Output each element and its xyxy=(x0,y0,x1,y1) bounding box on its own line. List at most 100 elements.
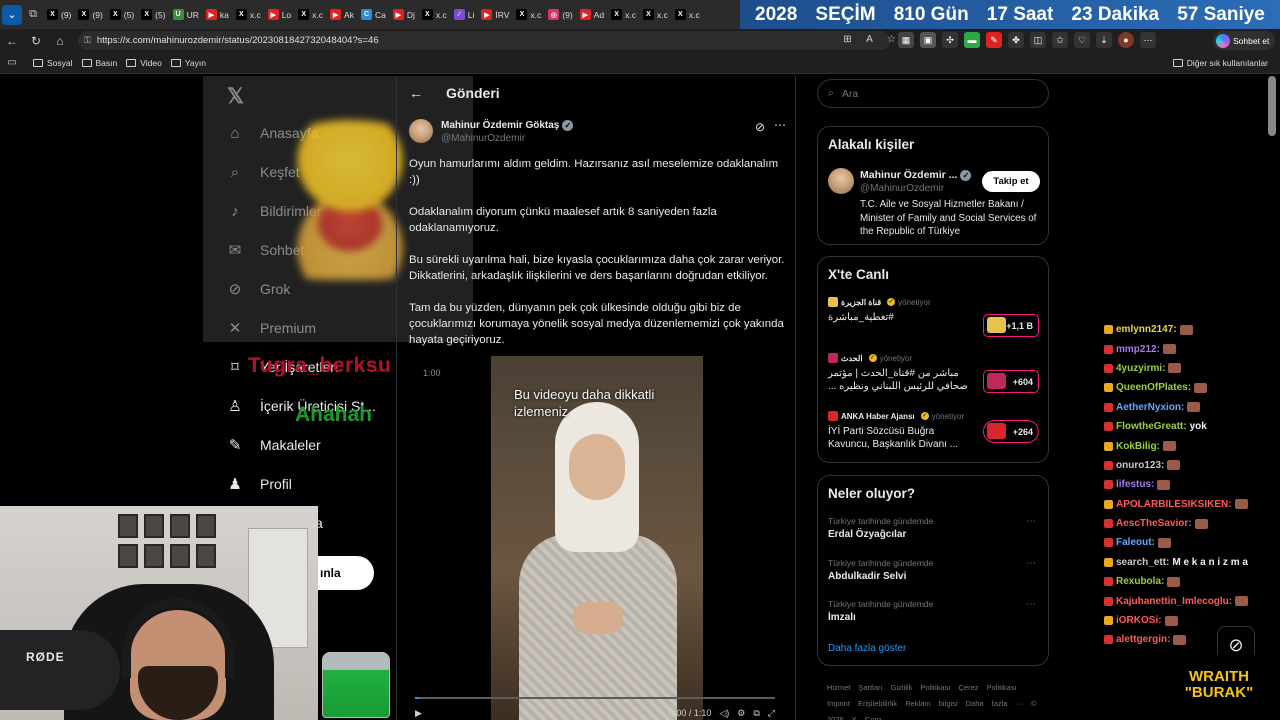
browser-tab[interactable]: ▶ ka xyxy=(203,4,232,26)
reload-icon[interactable]: ↻ xyxy=(24,34,48,48)
mic-brand: RØDE xyxy=(26,650,65,664)
page-scrollbar[interactable] xyxy=(1268,76,1276,136)
post-paragraph: Bu sürekli uyarılma hali, bize kıyasla ç… xyxy=(409,254,785,282)
bookmark-folder-yayin[interactable]: Yayın xyxy=(170,58,206,68)
extension-red-icon[interactable]: ✎ xyxy=(986,32,1002,48)
extension-screen-icon[interactable]: ▣ xyxy=(920,32,936,48)
related-people-card: Alakalı kişiler Mahinur Özdemir ... ✓ @Ma… xyxy=(817,126,1049,245)
author-handle[interactable]: @MahinurOzdemir xyxy=(441,133,525,144)
browser-tab[interactable]: ▶ Dj xyxy=(390,4,418,26)
favorite-star-icon[interactable]: ☆ xyxy=(884,32,899,47)
home-icon[interactable]: ⌂ xyxy=(48,34,72,48)
split-view-icon[interactable]: ⊞ xyxy=(840,32,855,47)
site-favicon-icon: ▶ xyxy=(579,9,591,20)
url-input[interactable]: ⚿ https://x.com/mahinurozdemir/status/20… xyxy=(78,31,890,50)
more-options-icon[interactable]: ⋯ xyxy=(774,118,786,132)
live-listener-badge[interactable]: +264 xyxy=(983,420,1039,443)
downloads-icon[interactable]: ⇣ xyxy=(1096,32,1112,48)
browser-tab[interactable]: Xx.c xyxy=(640,4,671,26)
fullscreen-icon[interactable]: ⤢ xyxy=(768,708,775,719)
bookmark-folder-video[interactable]: Video xyxy=(126,58,162,68)
play-icon[interactable]: ▶ xyxy=(415,708,422,719)
site-info-icon[interactable]: ⚿ xyxy=(84,35,91,46)
browser-tab[interactable]: Xx.c xyxy=(419,4,450,26)
browser-tab[interactable]: Xx.c xyxy=(672,4,703,26)
settings-gear-icon[interactable]: ⚙ xyxy=(737,708,745,719)
author-name[interactable]: Mahinur Özdemir Göktaş ✓ xyxy=(441,120,574,131)
trend-more-icon[interactable]: ⋯ xyxy=(1026,599,1036,610)
browser-tab[interactable]: ▶ Ad xyxy=(577,4,607,26)
extension-green-icon[interactable]: ▬ xyxy=(964,32,980,48)
post-button-fragment[interactable]: ınla xyxy=(318,556,374,590)
search-input[interactable]: ⌕ Ara xyxy=(817,79,1049,108)
tab-label: x.c xyxy=(625,9,636,20)
pip-icon[interactable]: ⧉ xyxy=(753,708,759,719)
live-title-text: İYİ Parti Sözcüsü Buğra Kavuncu, Başkanl… xyxy=(828,426,959,450)
browser-tab[interactable]: ▶ İRV xyxy=(478,4,512,26)
nav-item-10[interactable]: ♟ Profil xyxy=(225,471,292,497)
trend-item[interactable]: Türkiye tarihinde gündemde Abdulkadir Sel… xyxy=(828,558,1040,582)
volume-icon[interactable]: ◁) xyxy=(719,708,729,719)
read-aloud-icon[interactable]: A xyxy=(862,32,877,47)
browser-tab[interactable]: Xx.c xyxy=(513,4,544,26)
browser-tab[interactable]: Xx.c xyxy=(233,4,264,26)
collections-star-icon[interactable]: ✩ xyxy=(1052,32,1068,48)
show-more-link[interactable]: Daha fazla göster xyxy=(828,643,906,654)
post-video-player[interactable]: Bu videoyu daha dikkatli izlemeniz 1:00 … xyxy=(409,356,780,720)
browser-tab[interactable]: Xx.c xyxy=(295,4,326,26)
author-avatar[interactable] xyxy=(409,119,433,143)
related-handle[interactable]: @MahinurOzdemir xyxy=(860,183,944,194)
live-item[interactable]: الحدث ✓ yönetiyor مباشر من #قناة_الحدث | مؤ… xyxy=(828,353,1040,393)
browser-tab[interactable]: ∕ Li xyxy=(451,4,478,26)
extension-cross-icon[interactable]: ✣ xyxy=(942,32,958,48)
live-item[interactable]: قناة الجزيرة ✓ yönetiyor #تغطية_مباشرة +1,1 … xyxy=(828,297,1040,337)
bookmark-label: Video xyxy=(140,57,162,68)
browser-tab[interactable]: C Ca xyxy=(358,4,389,26)
favorites-icon[interactable]: ♡ xyxy=(1074,32,1090,48)
back-icon[interactable]: ← xyxy=(0,34,24,48)
extension-grid-icon[interactable]: ▦ xyxy=(898,32,914,48)
browser-tab[interactable]: X (5) xyxy=(107,4,137,26)
trend-name: Erdal Özyağcılar xyxy=(828,529,907,540)
trend-item[interactable]: Türkiye tarihinde gündemde Erdal Özyağcıl… xyxy=(828,516,1040,540)
nav-item-9[interactable]: ✎ Makaleler xyxy=(225,432,321,458)
chat-badge-icon xyxy=(1104,480,1113,490)
browser-tab[interactable]: Xx.c xyxy=(608,4,639,26)
footer-links[interactable]: Hizmet Şartları Gizlilik Politikası Çere… xyxy=(827,680,1037,720)
follow-button[interactable]: Takip et xyxy=(982,171,1040,192)
live-item[interactable]: ANKA Haber Ajansı ✓ yönetiyor İYİ Parti Söz… xyxy=(828,411,1040,451)
browser-tab[interactable]: ▶ Ak xyxy=(327,4,357,26)
profile-avatar-icon[interactable]: ● xyxy=(1118,32,1134,48)
bookmark-folder-basin[interactable]: Basın xyxy=(81,58,117,68)
video-progress-bar[interactable] xyxy=(415,697,775,699)
browser-tab[interactable]: ◎ (9) xyxy=(545,4,575,26)
video-controls: ▶ 0:00 / 1:10 ◁) ⚙ ⧉ ⤢ xyxy=(415,706,775,720)
sidebar-toggle-icon[interactable]: ◫ xyxy=(1030,32,1046,48)
tab-actions-button[interactable]: ⌄ xyxy=(2,4,22,25)
related-avatar[interactable] xyxy=(828,168,854,194)
live-listener-badge[interactable]: +604 xyxy=(983,370,1039,393)
browser-tab[interactable]: X (9) xyxy=(75,4,105,26)
copilot-chat-button[interactable]: Sohbet et xyxy=(1213,31,1275,50)
more-menu-icon[interactable]: ⋯ xyxy=(1140,32,1156,48)
back-arrow-icon[interactable]: ← xyxy=(409,85,423,101)
stream-watermark-laugh: Ahahah xyxy=(295,403,373,426)
browser-tab[interactable]: ▶ Lo xyxy=(265,4,294,26)
browser-tab[interactable]: X (5) xyxy=(138,4,168,26)
other-bookmarks[interactable]: Diğer sık kullanılanlar xyxy=(1172,58,1268,68)
chat-username: AescTheSavior: xyxy=(1116,518,1192,530)
tab-collections-icon[interactable]: ⧉ xyxy=(23,5,43,25)
live-listener-badge[interactable]: +1,1 B xyxy=(983,314,1039,337)
bookmark-menu-icon[interactable]: ▭ xyxy=(0,57,24,68)
extensions-puzzle-icon[interactable]: ✤ xyxy=(1008,32,1024,48)
related-name[interactable]: Mahinur Özdemir ... ✓ xyxy=(860,169,972,181)
page-title: Gönderi xyxy=(446,85,500,101)
trend-more-icon[interactable]: ⋯ xyxy=(1026,516,1036,527)
chat-emote-icon xyxy=(1179,324,1193,335)
trend-more-icon[interactable]: ⋯ xyxy=(1026,558,1036,569)
bookmark-folder-sosyal[interactable]: Sosyal xyxy=(33,58,73,68)
grok-explain-icon[interactable]: ⊘ xyxy=(755,120,765,134)
browser-tab[interactable]: U UR xyxy=(170,4,202,26)
browser-tab[interactable]: X (9) xyxy=(44,4,74,26)
trend-item[interactable]: Türkiye tarihinde gündemde İmzalı ⋯ xyxy=(828,599,1040,623)
